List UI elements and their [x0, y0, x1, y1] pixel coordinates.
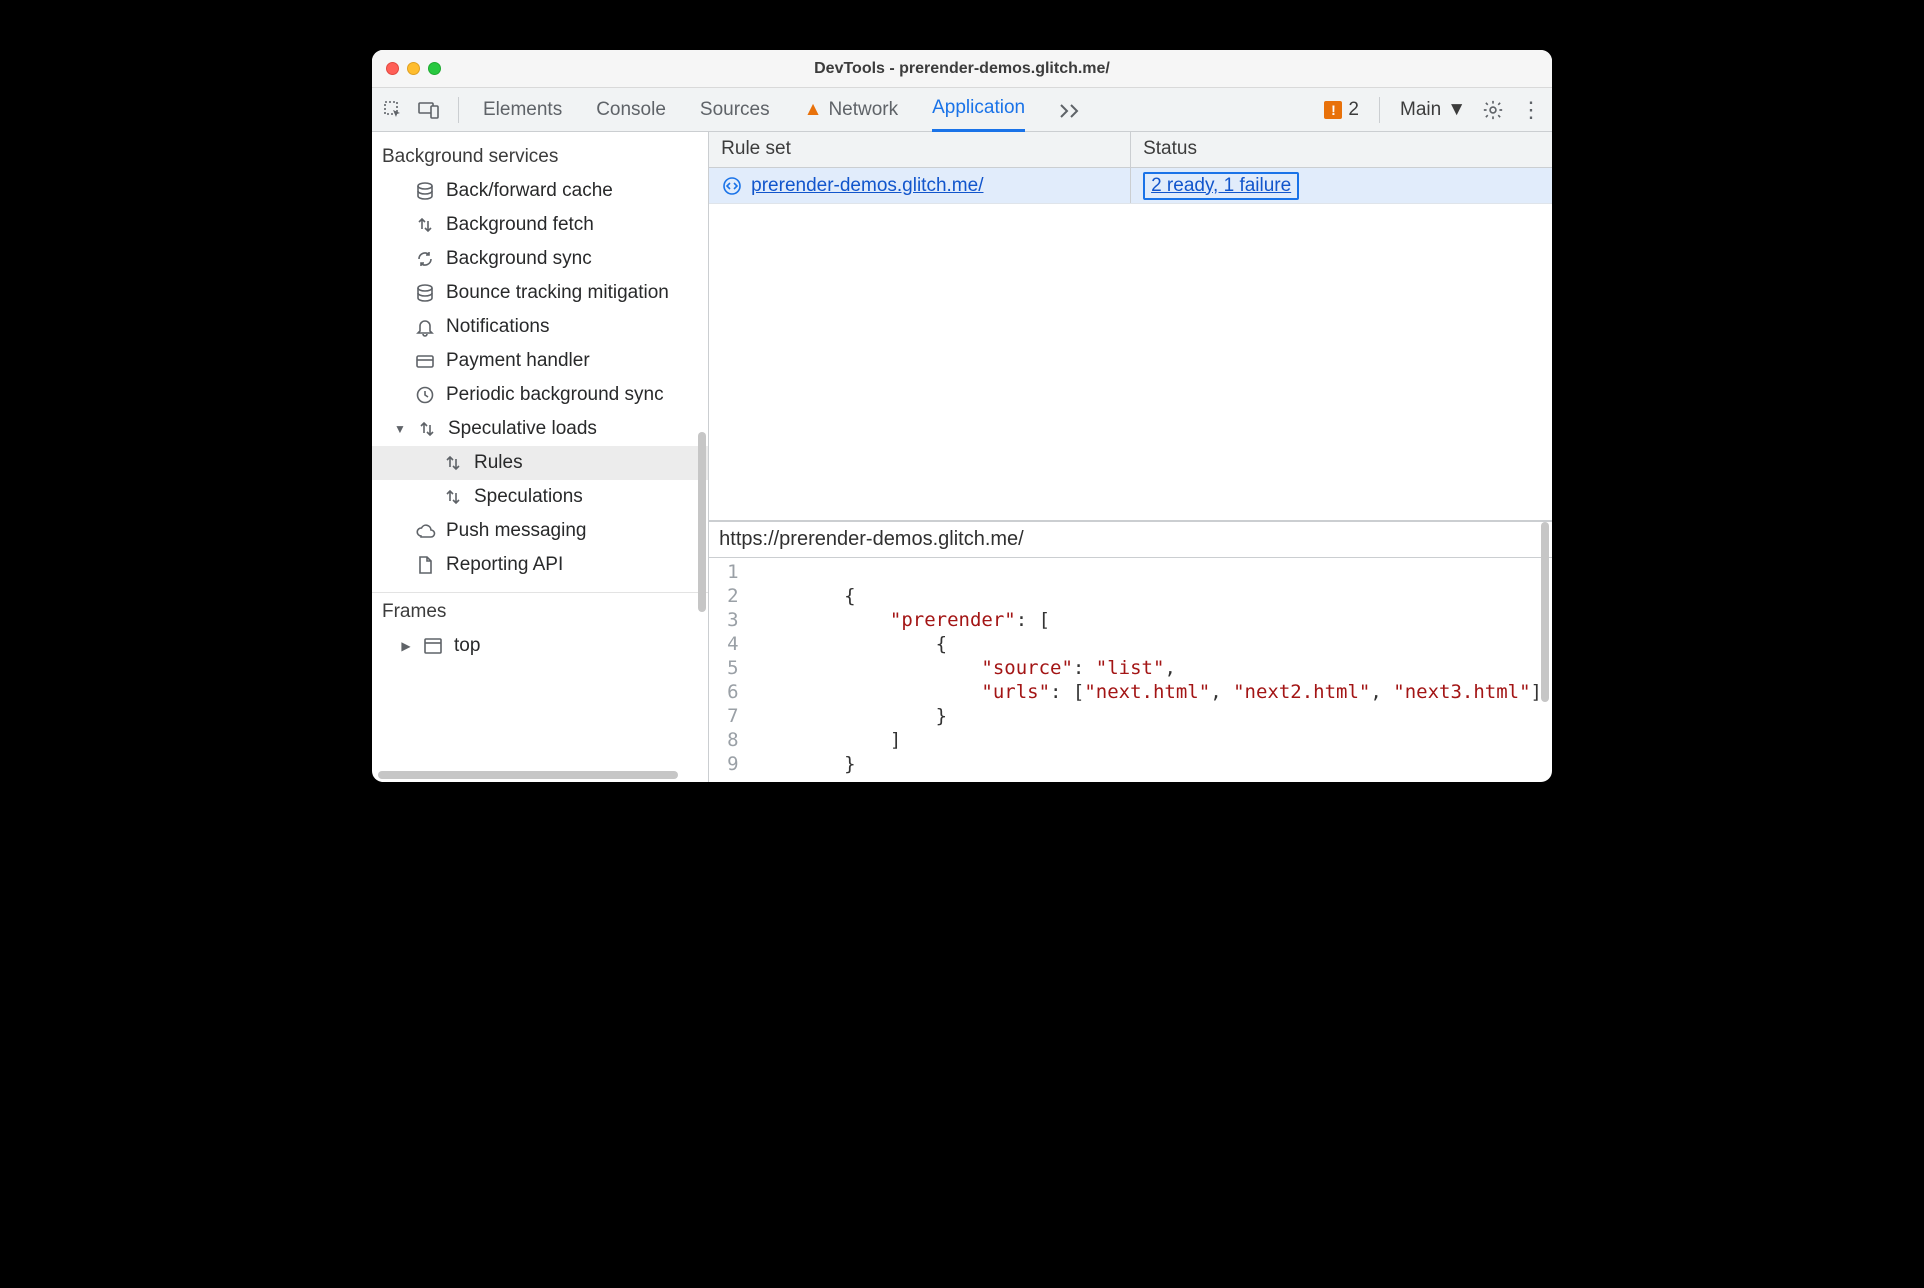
code-circle-icon — [721, 175, 743, 197]
main-vscroll[interactable] — [1541, 522, 1549, 702]
item-label: Back/forward cache — [446, 180, 613, 202]
minimize-window-button[interactable] — [407, 62, 420, 75]
item-label: Background sync — [446, 248, 592, 270]
detail-url: https://prerender-demos.glitch.me/ — [709, 522, 1552, 558]
item-label: Periodic background sync — [446, 384, 664, 406]
details-pane: https://prerender-demos.glitch.me/ 1 2 3… — [709, 521, 1552, 782]
tab-elements[interactable]: Elements — [483, 88, 562, 132]
expand-arrow-icon: ▶ — [400, 639, 412, 653]
ruleset-row[interactable]: prerender-demos.glitch.me/ 2 ready, 1 fa… — [709, 168, 1552, 204]
item-bounce[interactable]: Bounce tracking mitigation — [372, 276, 708, 310]
cloud-icon — [414, 520, 436, 542]
item-reporting[interactable]: Reporting API — [372, 548, 708, 582]
section-frames: Frames — [372, 592, 708, 629]
cell-ruleset: prerender-demos.glitch.me/ — [709, 168, 1131, 203]
tab-network[interactable]: ▲ Network — [804, 88, 899, 132]
database-icon — [414, 282, 436, 304]
credit-card-icon — [414, 350, 436, 372]
devtools-toolbar: Elements Console Sources ▲ Network Appli… — [372, 88, 1552, 132]
item-bgsync[interactable]: Background sync — [372, 242, 708, 276]
kebab-menu-icon[interactable]: ⋮ — [1520, 99, 1542, 121]
chevron-down-icon: ▼ — [1447, 99, 1466, 121]
grid-header: Rule set Status — [709, 132, 1552, 168]
item-label: Notifications — [446, 316, 550, 338]
item-label: Push messaging — [446, 520, 586, 542]
tab-sources[interactable]: Sources — [700, 88, 770, 132]
swap-vert-icon — [442, 452, 464, 474]
item-bfcache[interactable]: Back/forward cache — [372, 174, 708, 208]
document-icon — [414, 554, 436, 576]
ruleset-link[interactable]: prerender-demos.glitch.me/ — [751, 175, 983, 197]
grid-blank — [709, 204, 1552, 521]
item-frame-top[interactable]: ▶ top — [372, 629, 708, 663]
panel-tabs: Elements Console Sources ▲ Network Appli… — [483, 88, 1304, 132]
database-icon — [414, 180, 436, 202]
swap-vert-icon — [416, 418, 438, 440]
context-label: Main — [1400, 99, 1441, 121]
sidebar-hscroll[interactable] — [378, 771, 678, 779]
item-label: Background fetch — [446, 214, 594, 236]
tabs-overflow[interactable] — [1059, 88, 1085, 132]
tab-console[interactable]: Console — [596, 88, 666, 132]
context-selector[interactable]: Main ▼ — [1400, 99, 1466, 121]
item-periodic[interactable]: Periodic background sync — [372, 378, 708, 412]
issues-indicator[interactable]: ! 2 — [1324, 99, 1359, 121]
clock-icon — [414, 384, 436, 406]
item-label: top — [454, 635, 480, 657]
warning-icon: ▲ — [804, 99, 823, 121]
tab-network-label: Network — [828, 99, 898, 121]
gear-icon[interactable] — [1482, 99, 1504, 121]
item-notifications[interactable]: Notifications — [372, 310, 708, 344]
code-viewer: 1 2 3 4 5 6 7 8 9 { "prerender": [ { "so… — [709, 558, 1552, 782]
bell-icon — [414, 316, 436, 338]
item-label: Speculations — [474, 486, 583, 508]
titlebar: DevTools - prerender-demos.glitch.me/ — [372, 50, 1552, 88]
tab-application[interactable]: Application — [932, 88, 1025, 132]
item-speculations[interactable]: Speculations — [372, 480, 708, 514]
swap-vert-icon — [442, 486, 464, 508]
status-link[interactable]: 2 ready, 1 failure — [1151, 175, 1291, 197]
expand-arrow-icon: ▼ — [394, 422, 406, 436]
devtools-window: DevTools - prerender-demos.glitch.me/ El… — [372, 50, 1552, 782]
window-title: DevTools - prerender-demos.glitch.me/ — [372, 60, 1552, 78]
application-sidebar: Background services Back/forward cache B… — [372, 132, 709, 782]
col-status[interactable]: Status — [1131, 132, 1552, 167]
item-label: Bounce tracking mitigation — [446, 282, 669, 304]
sync-icon — [414, 248, 436, 270]
inspect-icon[interactable] — [382, 99, 404, 121]
cell-status: 2 ready, 1 failure — [1131, 168, 1552, 203]
item-rules[interactable]: Rules — [372, 446, 708, 480]
close-window-button[interactable] — [386, 62, 399, 75]
panel-body: Background services Back/forward cache B… — [372, 132, 1552, 782]
swap-vert-icon — [414, 214, 436, 236]
item-speculative[interactable]: ▼ Speculative loads — [372, 412, 708, 446]
item-bgfetch[interactable]: Background fetch — [372, 208, 708, 242]
issues-count: 2 — [1348, 99, 1359, 121]
item-label: Reporting API — [446, 554, 563, 576]
code-lines: { "prerender": [ { "source": "list", "ur… — [753, 560, 1552, 776]
rules-pane: Rule set Status prerender-demos.glitch.m… — [709, 132, 1552, 782]
item-push[interactable]: Push messaging — [372, 514, 708, 548]
frame-icon — [422, 635, 444, 657]
item-payment[interactable]: Payment handler — [372, 344, 708, 378]
item-label: Payment handler — [446, 350, 590, 372]
sidebar-vscroll[interactable] — [698, 432, 706, 612]
item-label: Rules — [474, 452, 523, 474]
section-background-services: Background services — [372, 138, 708, 174]
traffic-lights — [372, 62, 441, 75]
zoom-window-button[interactable] — [428, 62, 441, 75]
item-label: Speculative loads — [448, 418, 597, 440]
code-gutter: 1 2 3 4 5 6 7 8 9 — [709, 560, 752, 776]
col-ruleset[interactable]: Rule set — [709, 132, 1131, 167]
device-toggle-icon[interactable] — [418, 99, 440, 121]
issues-badge-icon: ! — [1324, 101, 1342, 119]
